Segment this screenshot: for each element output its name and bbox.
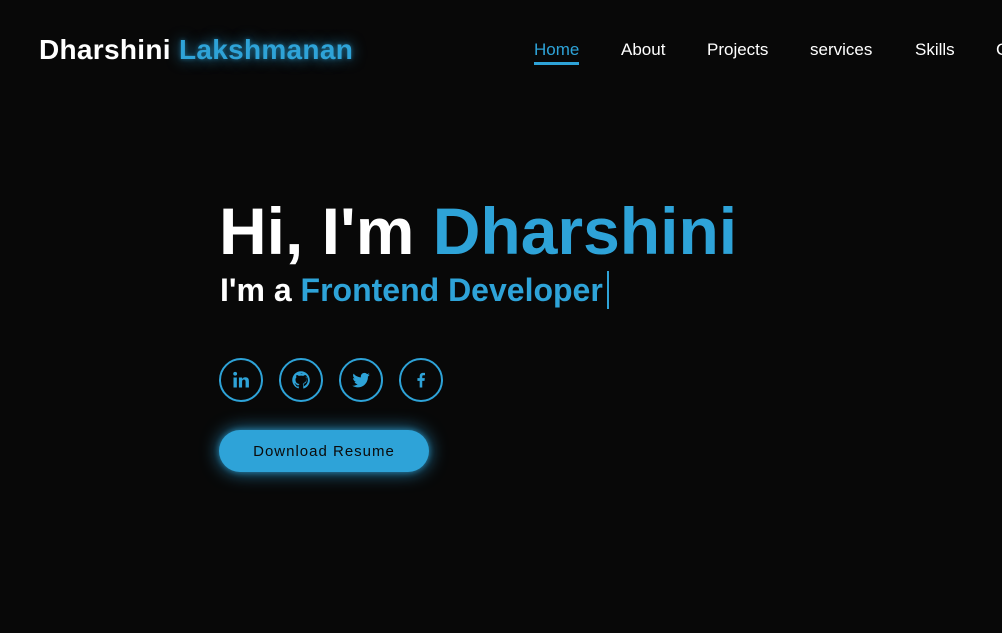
hero-role: Frontend Developer <box>300 272 603 308</box>
hero-name: Dharshini <box>432 194 738 268</box>
github-icon <box>292 371 310 389</box>
nav-contact-link[interactable]: C <box>996 40 1002 60</box>
facebook-icon <box>417 372 425 388</box>
twitter-link[interactable] <box>339 358 383 402</box>
nav-skills-link[interactable]: Skills <box>915 40 955 60</box>
social-links <box>219 358 459 402</box>
download-resume-button[interactable]: Download Resume <box>219 430 429 472</box>
hero-greeting: Hi, I'm <box>219 194 415 268</box>
typing-cursor <box>606 271 609 309</box>
nav-services-link[interactable]: services <box>810 40 872 60</box>
twitter-icon <box>352 372 370 388</box>
hero-heading: Hi, I'm Dharshini <box>219 192 737 270</box>
nav-projects-link[interactable]: Projects <box>707 40 768 60</box>
hero-role-prefix: I'm a <box>220 272 292 308</box>
facebook-link[interactable] <box>399 358 443 402</box>
github-link[interactable] <box>279 358 323 402</box>
nav-home-link[interactable]: Home <box>534 40 580 65</box>
portfolio-page: Dharshini Lakshmanan Home About Projects… <box>0 0 1002 633</box>
site-header: Dharshini Lakshmanan Home About Projects… <box>0 0 1002 100</box>
nav-about-link[interactable]: About <box>621 40 665 60</box>
main-nav: Home About Projects services Skills C <box>0 40 1002 70</box>
linkedin-link[interactable] <box>219 358 263 402</box>
hero-subheading: I'm a Frontend Developer <box>220 270 609 310</box>
linkedin-icon <box>233 371 249 388</box>
